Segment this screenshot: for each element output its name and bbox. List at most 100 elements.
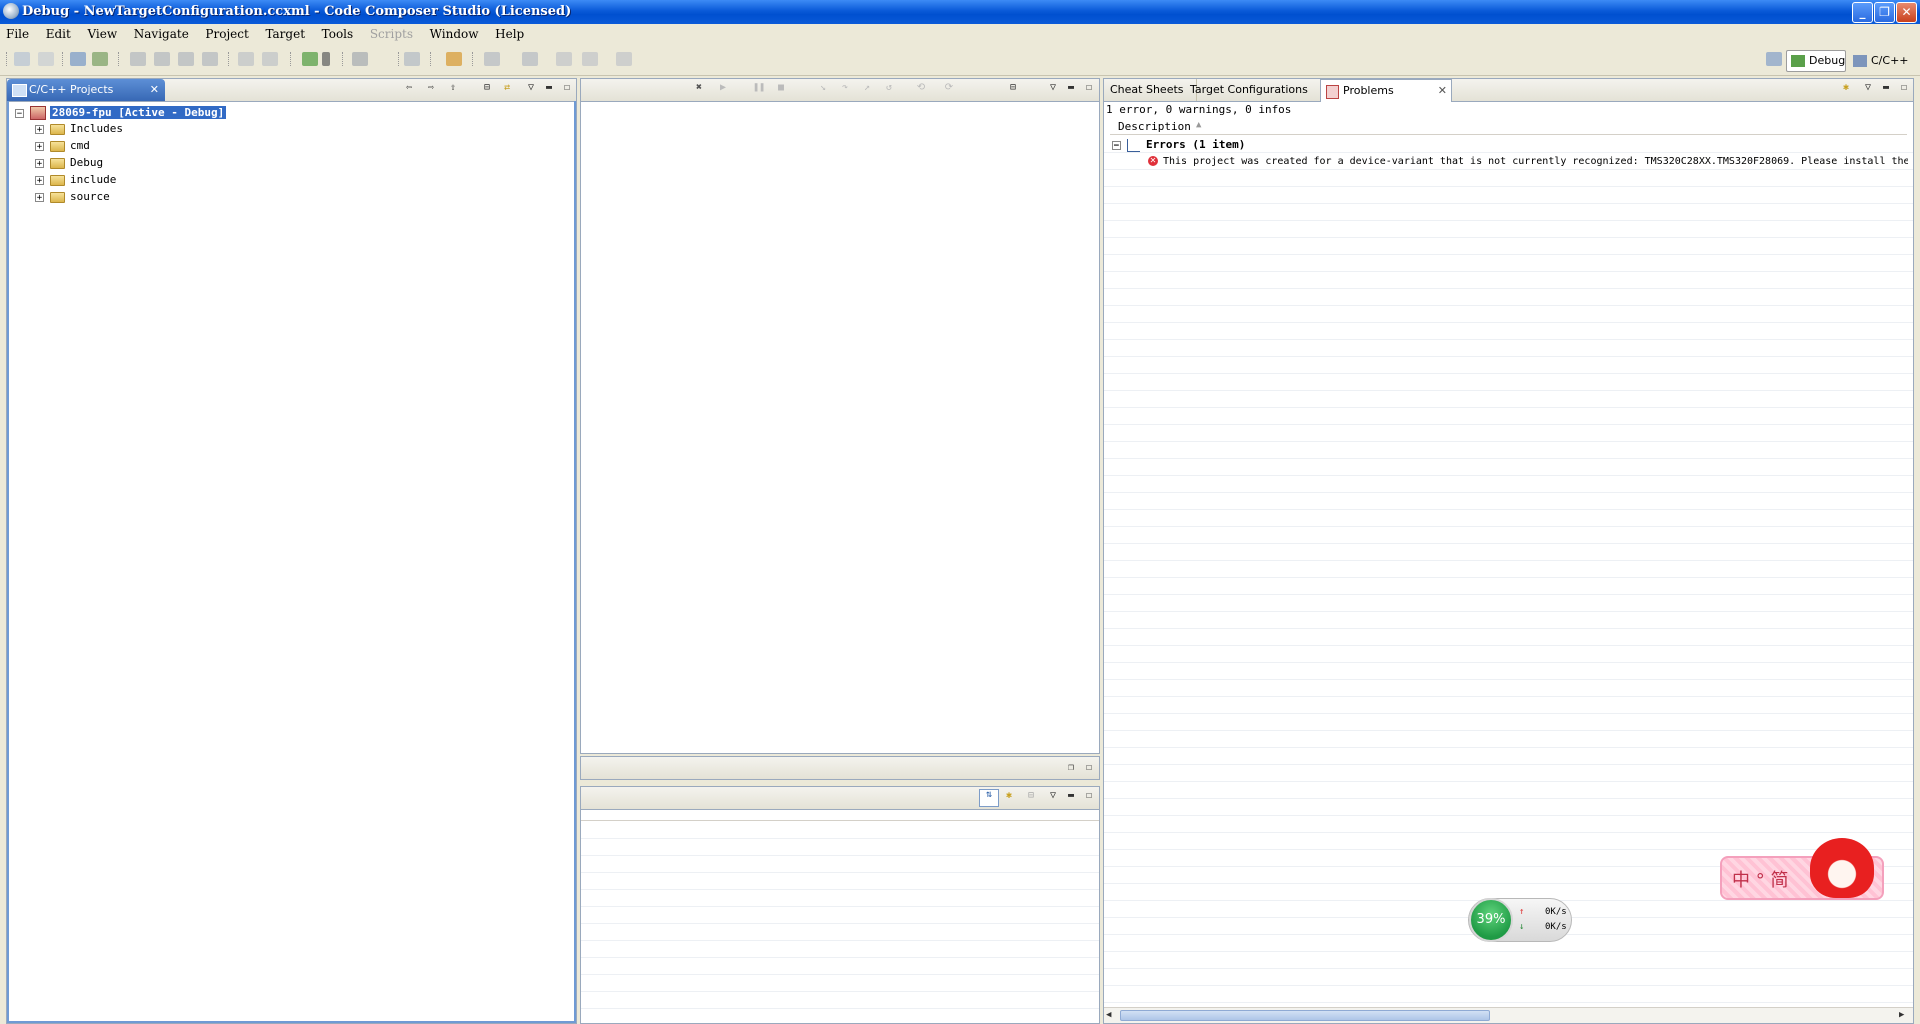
maximize-view-icon[interactable]: ☐ <box>1083 83 1095 93</box>
hierarchy-icon[interactable]: ⇅ <box>979 789 999 807</box>
build-all-icon[interactable] <box>202 52 218 66</box>
perspective-cpp[interactable]: C/C++ <box>1848 50 1909 72</box>
scroll-right-icon[interactable]: ▶ <box>1899 1010 1909 1020</box>
external-tools-icon[interactable] <box>352 52 368 66</box>
debug-config-icon[interactable] <box>92 52 108 66</box>
view-menu-icon[interactable]: ▽ <box>525 83 537 93</box>
new-target-config-icon[interactable] <box>70 52 86 66</box>
maximize-view-icon[interactable]: ☐ <box>1898 83 1910 93</box>
open-perspective-icon[interactable] <box>1766 52 1782 66</box>
expand-icon[interactable]: + <box>35 124 44 134</box>
restore-view-icon[interactable]: ❐ <box>1065 763 1077 773</box>
error-row[interactable]: ✕ This project was created for a device-v… <box>1148 154 1908 170</box>
collapse-all-icon[interactable]: ⊟ <box>1007 83 1019 93</box>
terminate-icon[interactable]: ■ <box>775 83 787 93</box>
maximize-button[interactable]: ❐ <box>1874 2 1895 23</box>
scrollbar-thumb[interactable] <box>1120 1010 1490 1021</box>
filter-icon[interactable]: ✱ <box>1003 791 1015 801</box>
prev-annotation-icon[interactable] <box>522 52 538 66</box>
problems-summary: 1 error, 0 warnings, 0 infos <box>1106 103 1292 116</box>
rebuild-icon[interactable] <box>154 52 170 66</box>
back-nav-icon[interactable]: ⇦ <box>403 83 415 93</box>
menu-target[interactable]: Target <box>259 24 309 41</box>
expand-icon[interactable]: + <box>35 158 44 168</box>
filter-icon[interactable]: ✱ <box>1840 83 1852 93</box>
forward-icon[interactable] <box>616 52 632 66</box>
scroll-left-icon[interactable]: ◀ <box>1106 1010 1116 1020</box>
maximize-view-icon[interactable]: ☐ <box>1083 791 1095 801</box>
step-over-icon[interactable]: ↷ <box>839 83 851 93</box>
minimize-button[interactable]: _ <box>1852 2 1873 23</box>
search-icon[interactable] <box>446 52 462 66</box>
open-type-icon[interactable] <box>404 52 420 66</box>
minimize-view-icon[interactable]: ▬ <box>543 83 555 93</box>
remove-terminated-icon[interactable]: ✖ <box>693 83 705 93</box>
horizontal-scrollbar[interactable]: ◀ ▶ <box>1104 1007 1913 1023</box>
menu-window[interactable]: Window <box>424 24 483 41</box>
menu-file[interactable]: File <box>0 24 33 41</box>
view-menu-icon[interactable]: ▽ <box>1862 83 1874 93</box>
right-tabbar: Cheat Sheets Target Configurations Probl… <box>1104 79 1913 102</box>
tree-row-cmd[interactable]: + cmd <box>35 138 90 154</box>
breakpoint-icon[interactable] <box>238 52 254 66</box>
menu-project[interactable]: Project <box>199 24 252 41</box>
save-icon[interactable] <box>14 52 30 66</box>
restart-icon[interactable]: ⟳ <box>943 83 955 93</box>
collapse-all-icon[interactable]: ⊟ <box>481 83 493 93</box>
description-column-header[interactable]: Description ▲ <box>1110 119 1907 135</box>
expand-icon[interactable]: + <box>35 192 44 202</box>
tab-target-configurations[interactable]: Target Configurations <box>1184 79 1333 101</box>
collapse-icon[interactable]: ⊟ <box>1025 791 1037 801</box>
tab-problems[interactable]: Problems ✕ <box>1320 79 1452 102</box>
suspend-icon[interactable]: ❚❚ <box>753 83 765 93</box>
next-annotation-icon[interactable] <box>484 52 500 66</box>
tree-row-debug[interactable]: + Debug <box>35 155 103 171</box>
debug-icon[interactable] <box>302 52 318 66</box>
collapse-icon[interactable]: − <box>1112 140 1121 150</box>
menu-scripts[interactable]: Scripts <box>364 24 417 41</box>
menu-edit[interactable]: Edit <box>40 24 75 41</box>
view-menu-icon[interactable]: ▽ <box>1047 83 1059 93</box>
expand-icon[interactable]: + <box>35 141 44 151</box>
watchpoint-icon[interactable] <box>262 52 278 66</box>
perspective-debug[interactable]: Debug <box>1786 50 1846 72</box>
tree-row-include[interactable]: + include <box>35 172 116 188</box>
expand-icon[interactable]: + <box>35 175 44 185</box>
chevron-down-icon[interactable] <box>322 52 330 66</box>
minimize-view-icon[interactable]: ▬ <box>1065 791 1077 801</box>
tree-row-source[interactable]: + source <box>35 189 110 205</box>
menu-help[interactable]: Help <box>489 24 528 41</box>
folder-icon <box>50 140 65 152</box>
resume-icon[interactable]: ▶ <box>717 83 729 93</box>
up-icon[interactable]: ⇧ <box>447 83 459 93</box>
build-icon[interactable] <box>130 52 146 66</box>
step-into-icon[interactable]: ↘ <box>817 83 829 93</box>
view-menu-icon[interactable]: ▽ <box>1047 791 1059 801</box>
close-icon[interactable]: ✕ <box>1438 80 1447 102</box>
tree-row-project[interactable]: − 28069-fpu [Active - Debug] <box>15 105 227 121</box>
maximize-view-icon[interactable]: ☐ <box>561 83 573 93</box>
menu-view[interactable]: View <box>81 24 121 41</box>
network-widget[interactable]: 39% ↑ 0K/s ↓ 0K/s <box>1468 898 1572 942</box>
save-all-icon[interactable] <box>38 52 54 66</box>
last-edit-icon[interactable] <box>556 52 572 66</box>
reset-icon[interactable]: ⟲ <box>915 83 927 93</box>
collapse-icon[interactable]: − <box>15 108 24 118</box>
maximize-view-icon[interactable]: ☐ <box>1083 763 1095 773</box>
forward-nav-icon[interactable]: ⇨ <box>425 83 437 93</box>
toolbar-separator <box>430 52 433 66</box>
close-icon[interactable]: ✕ <box>150 79 159 101</box>
minimize-view-icon[interactable]: ▬ <box>1880 83 1892 93</box>
back-icon[interactable] <box>582 52 598 66</box>
minimize-view-icon[interactable]: ▬ <box>1065 83 1077 93</box>
step-return-icon[interactable]: ↗ <box>861 83 873 93</box>
clean-icon[interactable] <box>178 52 194 66</box>
menu-navigate[interactable]: Navigate <box>128 24 193 41</box>
tab-cpp-projects[interactable]: C/C++ Projects ✕ <box>7 79 165 101</box>
errors-group-row[interactable]: − Errors (1 item) <box>1112 137 1245 153</box>
menu-tools[interactable]: Tools <box>316 24 358 41</box>
drop-frame-icon[interactable]: ↺ <box>883 83 895 93</box>
link-editor-icon[interactable]: ⇄ <box>501 83 513 93</box>
tree-row-includes[interactable]: + Includes <box>35 121 123 137</box>
close-button[interactable]: ✕ <box>1896 2 1917 23</box>
